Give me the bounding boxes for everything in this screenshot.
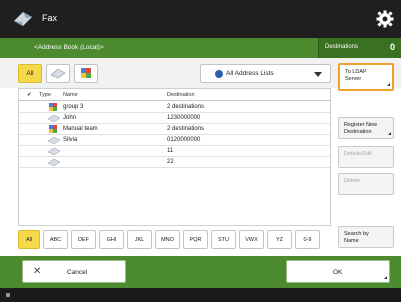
person-icon xyxy=(47,147,61,156)
alpha-button[interactable]: 0-9 xyxy=(295,230,320,249)
alpha-label: 0-9 xyxy=(303,237,312,243)
alpha-label: VWX xyxy=(245,237,258,243)
gear-icon[interactable] xyxy=(375,9,395,29)
person-icon xyxy=(47,136,61,145)
search-by-name-label: Search by Name xyxy=(344,231,369,244)
alpha-label: JKL xyxy=(134,237,145,243)
register-new-destination-label: Register New Destination xyxy=(344,122,378,135)
top-bar: Fax xyxy=(0,0,401,38)
name-column-header[interactable]: Name xyxy=(63,92,78,98)
delete-label: Delete xyxy=(344,178,360,184)
action-bar: ✕ Cancel OK xyxy=(0,256,401,288)
group-icon xyxy=(49,125,57,133)
list-item[interactable]: Silvia 0120000000 xyxy=(19,135,330,146)
status-footer xyxy=(0,288,401,302)
to-ldap-server-button[interactable]: To LDAP Server xyxy=(338,63,394,91)
cancel-label: Cancel xyxy=(67,269,88,276)
list-item[interactable]: Manual team 2 destinations xyxy=(19,124,330,135)
group-icon xyxy=(49,103,57,111)
close-icon: ✕ xyxy=(33,266,42,277)
filter-group-button[interactable] xyxy=(74,64,98,83)
alpha-button[interactable]: VWX xyxy=(239,230,264,249)
list-header: ✔ Type Name Destination xyxy=(19,89,330,101)
list-item-destination: 11 xyxy=(167,148,174,154)
alpha-label: DEF xyxy=(78,237,89,243)
alpha-label: PQR xyxy=(189,237,202,243)
list-item-destination: 22 xyxy=(167,159,174,165)
breadcrumb: <Address Book (Local)> xyxy=(34,44,104,51)
list-item-name: Manual team xyxy=(63,126,98,132)
list-item[interactable]: 11 xyxy=(19,146,330,157)
destination-list: ✔ Type Name Destination group 3 2 destin… xyxy=(18,88,331,226)
alpha-button[interactable]: ABC xyxy=(43,230,68,249)
person-icon xyxy=(47,158,61,167)
fax-address-book-screen: Fax <Address Book (Local)> Destinations … xyxy=(0,0,401,302)
list-item-destination: 0120000000 xyxy=(167,137,201,143)
search-by-name-button[interactable]: Search by Name xyxy=(338,226,394,248)
alpha-label: GHI xyxy=(106,237,117,243)
filter-all-button[interactable]: All xyxy=(18,64,42,83)
person-icon xyxy=(47,114,61,123)
address-list-select[interactable]: All Address Lists xyxy=(200,64,331,83)
list-item-destination: 2 destinations xyxy=(167,104,205,110)
type-column-header[interactable]: Type xyxy=(39,92,51,98)
ok-label: OK xyxy=(333,269,343,276)
status-indicator-icon xyxy=(6,293,10,297)
alpha-label: STU xyxy=(218,237,229,243)
list-item-name: group 3 xyxy=(63,104,84,110)
alpha-button[interactable]: MNO xyxy=(155,230,180,249)
alpha-button-all[interactable]: All xyxy=(18,230,40,249)
alpha-label: MNO xyxy=(161,237,174,243)
destinations-count: 0 xyxy=(389,42,395,52)
alpha-button[interactable]: STU xyxy=(211,230,236,249)
chevron-down-icon xyxy=(314,72,322,77)
globe-icon xyxy=(215,70,223,78)
list-item-name: John xyxy=(63,115,77,121)
app-title: Fax xyxy=(42,13,58,23)
address-list-value: All Address Lists xyxy=(226,70,274,77)
destinations-label: Destinations xyxy=(325,44,359,50)
list-item-name: Silvia xyxy=(63,137,78,143)
alphabet-index: All ABC DEF GHI JKL MNO PQR STU VWX YZ 0… xyxy=(18,230,331,250)
select-all-check[interactable]: ✔ xyxy=(27,92,32,98)
alpha-button[interactable]: GHI xyxy=(99,230,124,249)
alpha-button[interactable]: YZ xyxy=(267,230,292,249)
alpha-button[interactable]: DEF xyxy=(71,230,96,249)
alpha-button[interactable]: JKL xyxy=(127,230,152,249)
alpha-label: YZ xyxy=(275,237,284,243)
corner-arrow-icon xyxy=(388,132,391,135)
alpha-button[interactable]: PQR xyxy=(183,230,208,249)
person-icon xyxy=(50,68,66,79)
list-item-destination: 1230000000 xyxy=(167,115,201,121)
list-item-destination: 2 destinations xyxy=(167,126,205,132)
list-item[interactable]: John 1230000000 xyxy=(19,113,330,124)
filter-person-button[interactable] xyxy=(46,64,70,83)
to-ldap-server-label: To LDAP Server xyxy=(345,69,367,82)
list-item[interactable]: group 3 2 destinations xyxy=(19,102,330,113)
alpha-label: ABC xyxy=(49,237,62,243)
list-item[interactable]: 22 xyxy=(19,157,330,168)
filter-all-label: All xyxy=(26,70,34,77)
cancel-button[interactable]: ✕ Cancel xyxy=(22,260,126,283)
register-new-destination-button[interactable]: Register New Destination xyxy=(338,117,394,139)
details-edit-label: Details/Edit xyxy=(344,151,372,157)
alpha-label: All xyxy=(25,237,33,243)
delete-button[interactable]: Delete xyxy=(338,173,394,195)
details-edit-button[interactable]: Details/Edit xyxy=(338,146,394,168)
group-icon xyxy=(81,68,91,78)
corner-arrow-icon xyxy=(384,276,387,279)
corner-arrow-icon xyxy=(387,83,390,86)
ok-button[interactable]: OK xyxy=(286,260,390,283)
destinations-counter[interactable]: Destinations 0 xyxy=(318,38,401,58)
fax-icon xyxy=(14,12,32,26)
destination-column-header[interactable]: Destination xyxy=(167,92,195,98)
